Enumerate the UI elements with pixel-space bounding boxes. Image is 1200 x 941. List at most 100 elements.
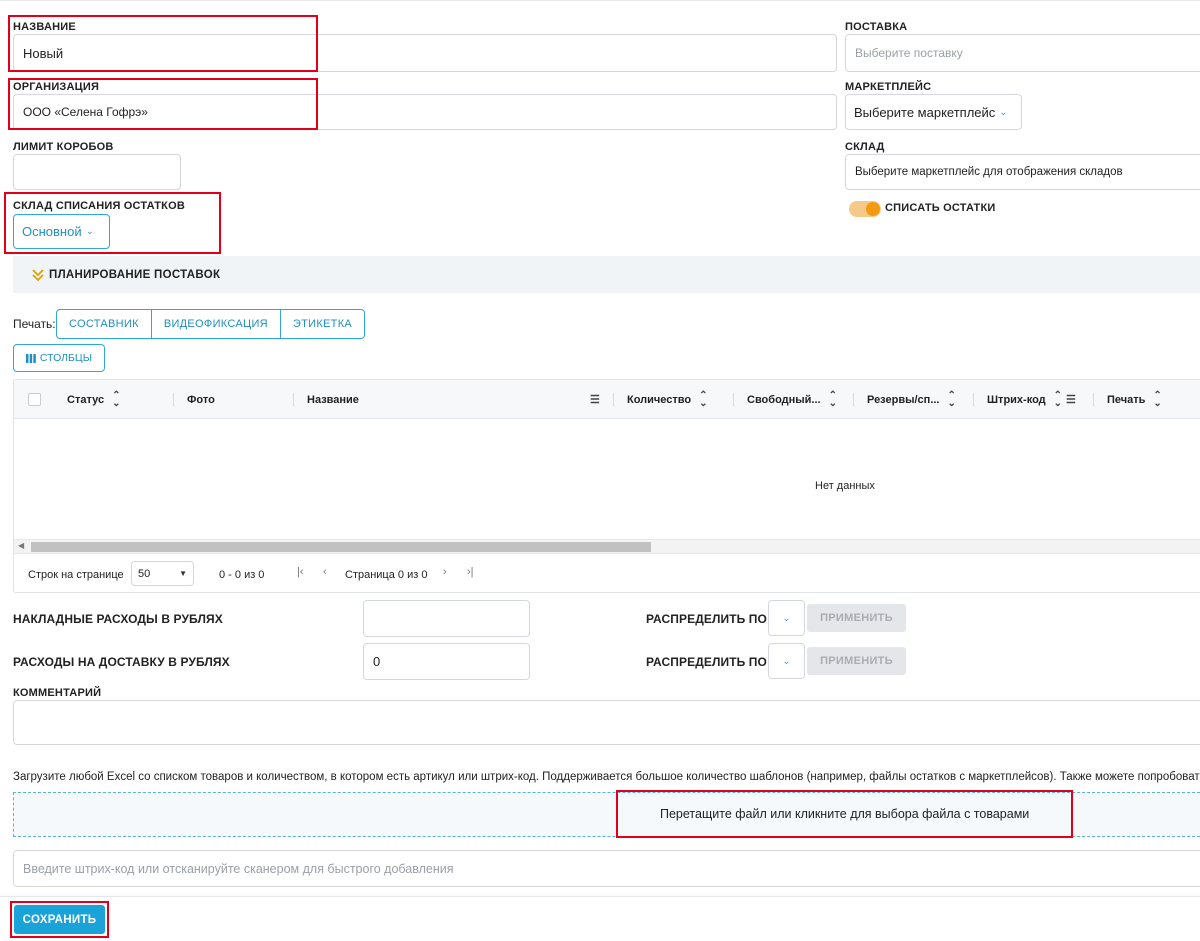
columns-button[interactable]: СТОЛБЦЫ bbox=[13, 344, 105, 372]
highlight-organization bbox=[8, 78, 318, 130]
last-page-icon[interactable]: ›| bbox=[467, 566, 474, 578]
column-free-label: Свободный... bbox=[747, 393, 821, 406]
overhead-costs-input[interactable] bbox=[363, 600, 530, 637]
print-video-button[interactable]: ВИДЕОФИКСАЦИЯ bbox=[151, 309, 281, 339]
print-label-button[interactable]: ЭТИКЕТКА bbox=[280, 309, 366, 339]
column-separator bbox=[173, 393, 174, 406]
column-header-barcode[interactable]: Штрих-код ⌃ ⌄ ☰ bbox=[987, 380, 1076, 419]
apply-button-1[interactable]: ПРИМЕНИТЬ bbox=[807, 604, 906, 632]
comment-label: КОММЕНТАРИЙ bbox=[13, 687, 102, 699]
table-footer-divider bbox=[14, 553, 1200, 554]
apply-button-2[interactable]: ПРИМЕНИТЬ bbox=[807, 647, 906, 675]
columns-label: СТОЛБЦЫ bbox=[39, 352, 92, 364]
supply-placeholder: Выберите поставку bbox=[855, 46, 963, 60]
delivery-costs-label: РАСХОДЫ НА ДОСТАВКУ В РУБЛЯХ bbox=[13, 655, 230, 669]
filter-icon[interactable]: ☰ bbox=[590, 393, 600, 406]
sort-icon[interactable]: ⌃ ⌄ bbox=[112, 390, 120, 408]
empty-table-text: Нет данных bbox=[815, 480, 875, 492]
pager-page: Страница 0 из 0 bbox=[345, 569, 428, 581]
marketplace-value: Выберите маркетплейс bbox=[854, 104, 996, 120]
column-quantity-label: Количество bbox=[627, 393, 692, 406]
comment-textarea[interactable] bbox=[13, 700, 1200, 745]
sort-icon[interactable]: ⌃ ⌄ bbox=[829, 390, 837, 408]
column-separator bbox=[733, 393, 734, 406]
barcode-placeholder: Введите штрих-код или отсканируйте скане… bbox=[23, 861, 454, 876]
filter-icon[interactable]: ☰ bbox=[1066, 393, 1076, 406]
distribute-label-2: РАСПРЕДЕЛИТЬ ПО bbox=[646, 655, 767, 669]
marketplace-select[interactable]: Выберите маркетплейс ⌄ bbox=[845, 94, 1022, 130]
pager-range: 0 - 0 из 0 bbox=[219, 569, 265, 581]
prev-page-icon[interactable]: ‹ bbox=[323, 566, 327, 578]
overhead-costs-label: НАКЛАДНЫЕ РАСХОДЫ В РУБЛЯХ bbox=[13, 612, 223, 626]
column-barcode-label: Штрих-код bbox=[987, 393, 1046, 406]
top-divider bbox=[0, 0, 1200, 1]
filter-name[interactable]: ☰ bbox=[590, 380, 600, 419]
sort-icon[interactable]: ⌃ ⌄ bbox=[699, 390, 707, 408]
barcode-input[interactable]: Введите штрих-код или отсканируйте скане… bbox=[13, 850, 1200, 887]
column-header-reserves[interactable]: Резервы/сп... ⌃ ⌄ bbox=[867, 380, 956, 419]
column-reserves-label: Резервы/сп... bbox=[867, 393, 940, 406]
sort-icon[interactable]: ⌃ ⌄ bbox=[947, 390, 955, 408]
warehouse-select[interactable]: Выберите маркетплейс для отображения скл… bbox=[845, 154, 1200, 190]
column-header-photo: Фото bbox=[187, 380, 215, 419]
distribute-select-2[interactable]: ⌄ bbox=[768, 643, 805, 679]
delivery-costs-input[interactable]: 0 bbox=[363, 643, 530, 680]
supply-select[interactable]: Выберите поставку bbox=[845, 34, 1200, 72]
column-photo-label: Фото bbox=[187, 393, 215, 406]
column-header-status[interactable]: Статус ⌃ ⌄ bbox=[67, 380, 120, 419]
print-label: Печать: bbox=[13, 317, 56, 331]
highlight-name bbox=[8, 15, 318, 72]
chevron-down-icon: ⌄ bbox=[999, 106, 1008, 118]
horizontal-scrollbar[interactable]: ◀ bbox=[14, 539, 1200, 553]
column-separator bbox=[973, 393, 974, 406]
supply-label: ПОСТАВКА bbox=[845, 21, 908, 33]
next-page-icon[interactable]: › bbox=[443, 566, 447, 578]
scroll-left-icon[interactable]: ◀ bbox=[18, 541, 24, 550]
marketplace-label: МАРКЕТПЛЕЙС bbox=[845, 81, 932, 93]
toggle-knob bbox=[866, 202, 880, 216]
column-separator bbox=[293, 393, 294, 406]
upload-hint: Загрузите любой Excel со списком товаров… bbox=[13, 771, 1200, 783]
highlight-writeoff-warehouse bbox=[4, 192, 221, 254]
rows-per-page-value: 50 bbox=[138, 567, 151, 580]
table-header: Статус ⌃ ⌄ Фото Название ☰ Количество ⌃ ⌄ … bbox=[14, 380, 1200, 419]
column-header-free[interactable]: Свободный... ⌃ ⌄ bbox=[747, 380, 837, 419]
column-separator bbox=[853, 393, 854, 406]
distribute-select-1[interactable]: ⌄ bbox=[768, 600, 805, 636]
rows-per-page-label: Строк на странице bbox=[28, 569, 124, 581]
print-composer-button[interactable]: СОСТАВНИК bbox=[56, 309, 152, 339]
column-header-name[interactable]: Название bbox=[307, 380, 359, 419]
column-header-quantity[interactable]: Количество ⌃ ⌄ bbox=[627, 380, 708, 419]
first-page-icon[interactable]: |‹ bbox=[297, 566, 304, 578]
delivery-costs-value: 0 bbox=[373, 654, 381, 669]
highlight-dropzone bbox=[616, 790, 1073, 838]
select-all-checkbox[interactable] bbox=[28, 393, 41, 406]
select-all-cell bbox=[28, 380, 41, 419]
writeoff-toggle-label: СПИСАТЬ ОСТАТКИ bbox=[885, 202, 996, 214]
column-separator bbox=[613, 393, 614, 406]
rows-per-page-select[interactable]: 50 ▼ bbox=[131, 561, 194, 586]
planning-section-header[interactable]: ПЛАНИРОВАНИЕ ПОСТАВОК bbox=[13, 256, 1200, 293]
column-name-label: Название bbox=[307, 393, 359, 406]
scrollbar-thumb[interactable] bbox=[31, 542, 651, 552]
warehouse-label: СКЛАД bbox=[845, 141, 885, 153]
column-status-label: Статус bbox=[67, 393, 105, 406]
columns-icon bbox=[26, 353, 36, 363]
chevron-down-icon: ⌄ bbox=[782, 612, 791, 624]
caret-down-icon: ▼ bbox=[179, 569, 187, 578]
column-header-print[interactable]: Печать ⌃ ⌄ bbox=[1107, 380, 1162, 419]
footer-divider bbox=[0, 896, 1200, 897]
sort-icon[interactable]: ⌃ ⌄ bbox=[1054, 390, 1062, 408]
writeoff-toggle[interactable] bbox=[849, 201, 881, 217]
double-chevron-down-icon bbox=[32, 268, 44, 281]
column-separator bbox=[1093, 393, 1094, 406]
distribute-label-1: РАСПРЕДЕЛИТЬ ПО bbox=[646, 612, 767, 626]
warehouse-value: Выберите маркетплейс для отображения скл… bbox=[855, 166, 1123, 178]
box-limit-input[interactable] bbox=[13, 154, 181, 190]
highlight-save bbox=[10, 901, 109, 938]
box-limit-label: ЛИМИТ КОРОБОВ bbox=[13, 141, 114, 153]
planning-title: ПЛАНИРОВАНИЕ ПОСТАВОК bbox=[49, 268, 221, 281]
sort-icon[interactable]: ⌃ ⌄ bbox=[1153, 390, 1161, 408]
products-table: Статус ⌃ ⌄ Фото Название ☰ Количество ⌃ ⌄ … bbox=[13, 379, 1200, 593]
column-print-label: Печать bbox=[1107, 393, 1146, 406]
